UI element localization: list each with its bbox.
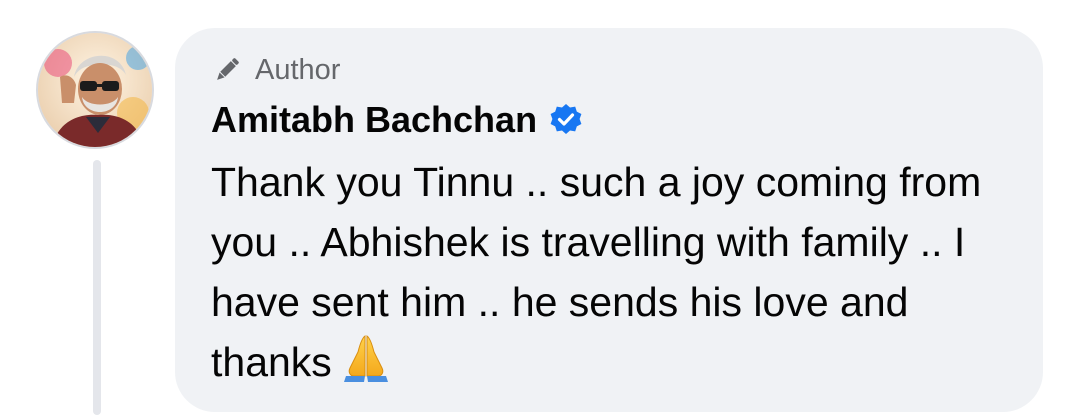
pencil-icon — [211, 54, 243, 86]
avatar[interactable] — [36, 31, 154, 149]
folded-hands-emoji-icon — [340, 332, 392, 384]
author-badge: Author — [211, 50, 1009, 90]
author-badge-label: Author — [255, 53, 341, 86]
author-row: Amitabh Bachchan — [211, 98, 1009, 142]
comment-message: Thank you Tinnu .. such a joy coming fro… — [211, 159, 982, 385]
reply-thread-line — [93, 160, 101, 415]
comment-text: Thank you Tinnu .. such a joy coming fro… — [211, 152, 1011, 392]
verified-badge-icon — [549, 103, 583, 137]
avatar-image — [38, 33, 152, 147]
author-name[interactable]: Amitabh Bachchan — [211, 99, 537, 141]
comment-bubble: Author Amitabh Bachchan Thank you Tinnu … — [175, 28, 1043, 412]
